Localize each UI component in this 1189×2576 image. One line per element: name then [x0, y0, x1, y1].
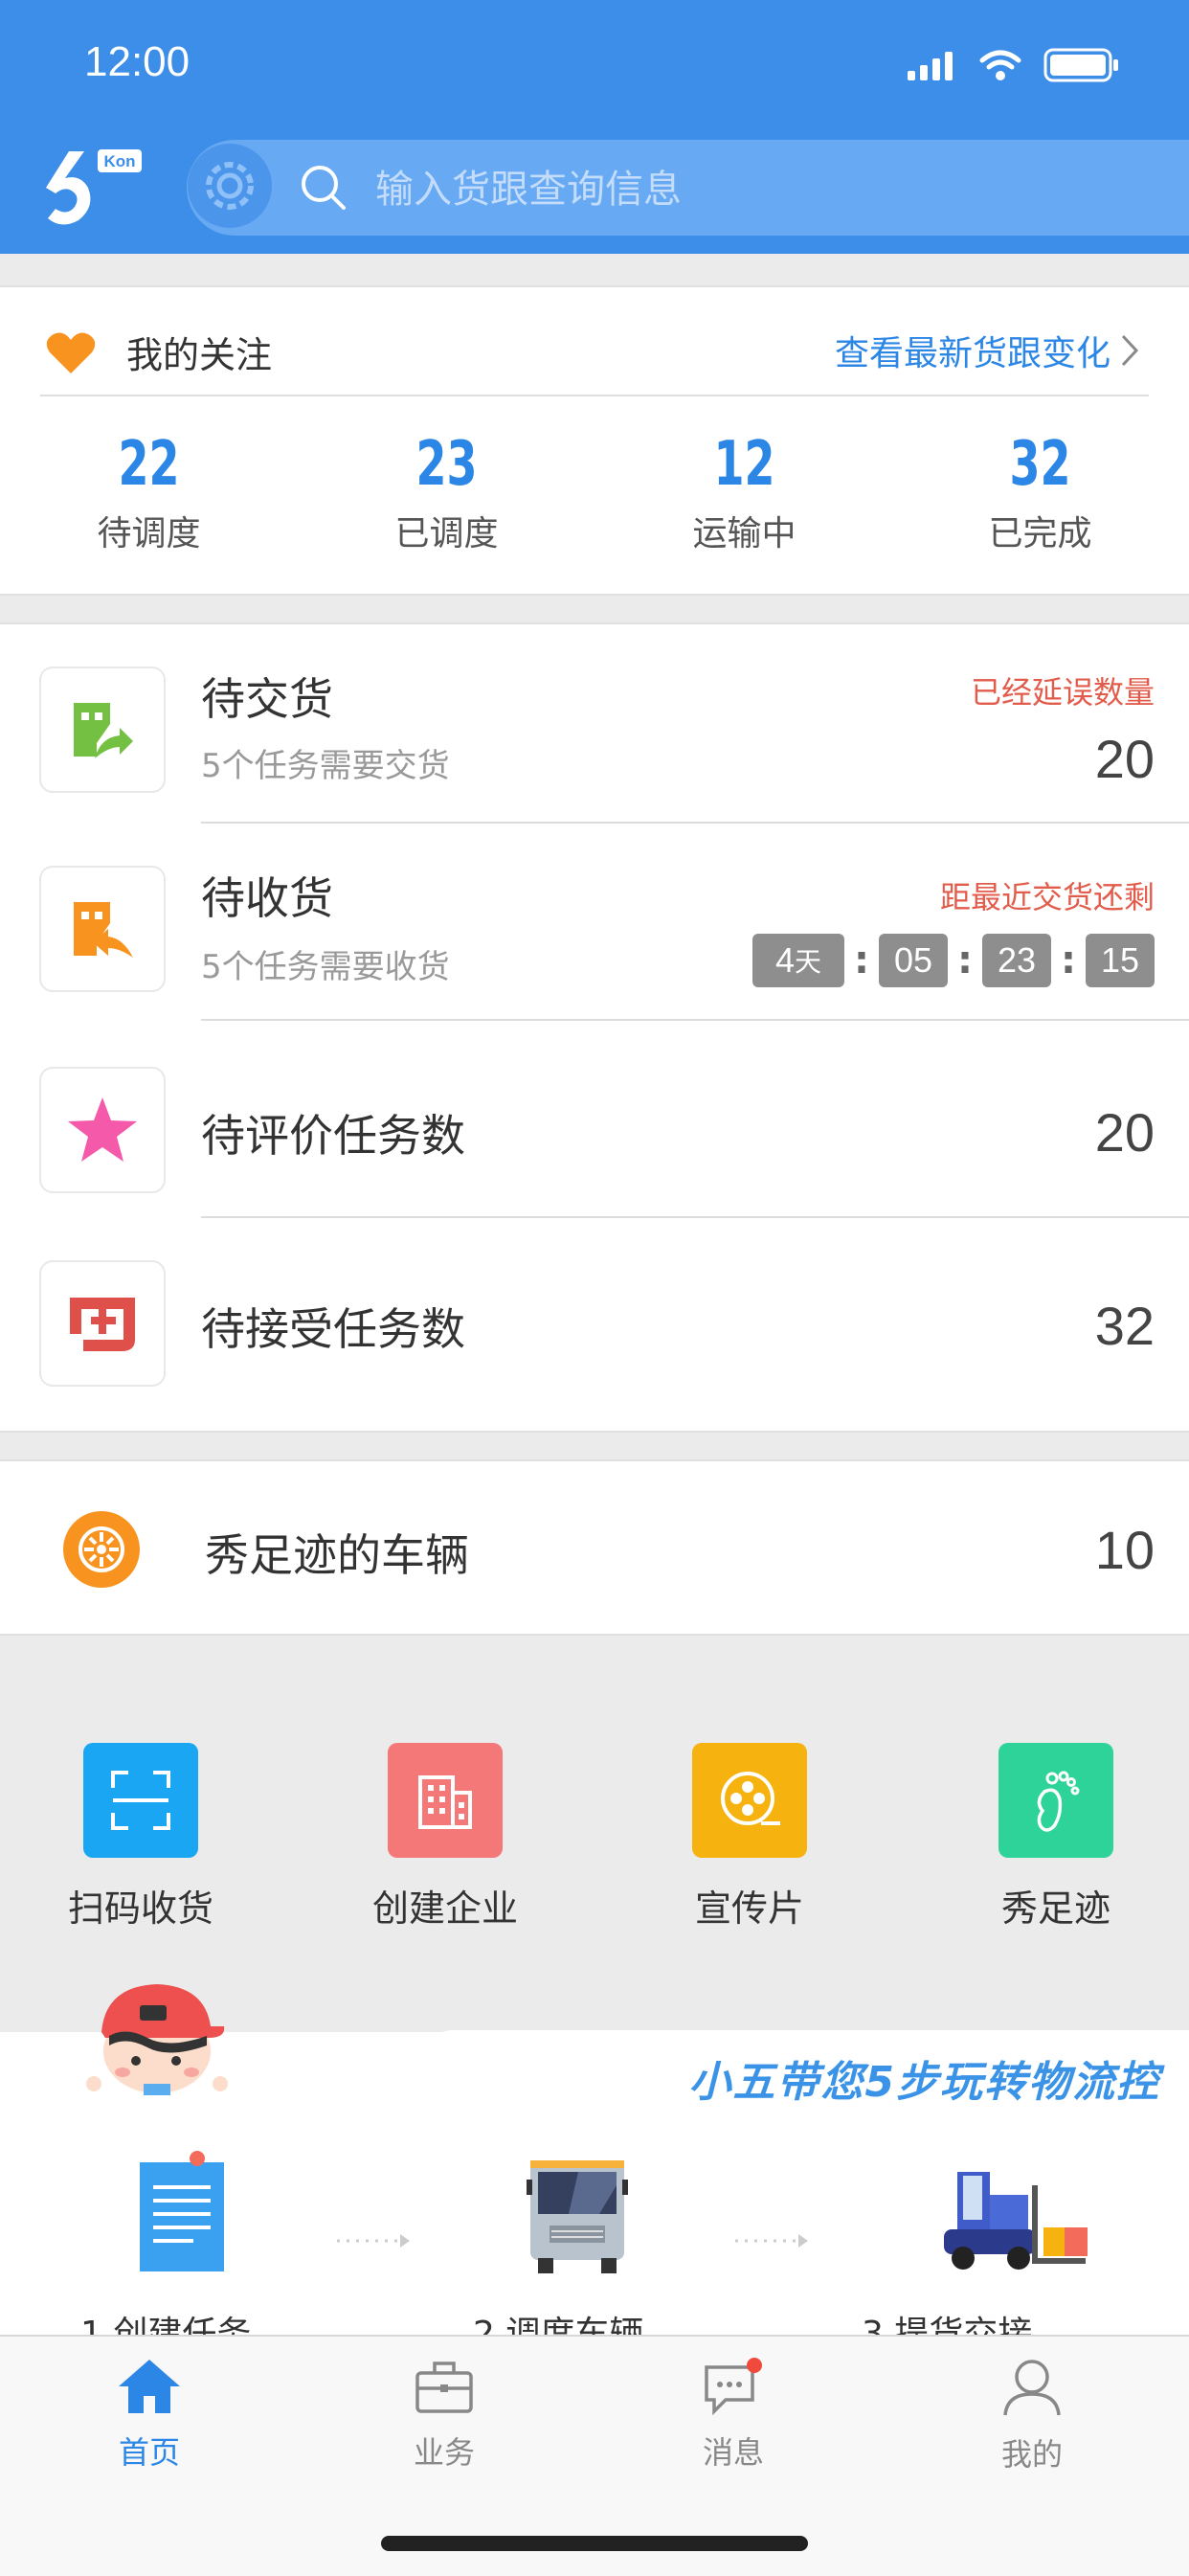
view-latest-link[interactable]: 查看最新货跟变化 [835, 326, 1139, 375]
task-count: 20 [1094, 1102, 1155, 1163]
arrow-right-icon [735, 2234, 808, 2248]
task-row-to-deliver[interactable] [0, 624, 1189, 822]
task-count: 32 [1094, 1296, 1155, 1356]
receive-icon-box [39, 866, 166, 992]
tab-messages[interactable]: 消息 [638, 2358, 829, 2473]
status-time: 12:00 [84, 38, 191, 85]
stat-in-transit[interactable]: 12 运输中 [595, 429, 893, 555]
accept-icon-box [39, 1260, 166, 1387]
stat-value: 23 [415, 429, 478, 500]
task-subtitle: 5个任务需要交货 [201, 747, 450, 785]
stat-label: 已完成 [988, 514, 1092, 554]
battery-icon [1043, 48, 1118, 82]
stat-value: 12 [713, 429, 775, 500]
deliver-icon-box [39, 667, 166, 793]
star-icon [68, 1097, 137, 1162]
view-latest-label: 查看最新货跟变化 [835, 334, 1111, 373]
tab-label: 业务 [413, 2434, 475, 2471]
follow-divider [40, 395, 1149, 396]
svg-text:Kon: Kon [103, 152, 135, 170]
quick-action-label: 扫码收货 [67, 1887, 213, 1930]
film-reel-icon [692, 1743, 807, 1858]
stat-value: 22 [118, 429, 180, 500]
quick-action-promo-video[interactable]: 宣传片 [644, 1743, 855, 1932]
cellular-signal-icon [908, 52, 953, 80]
stat-label: 待调度 [97, 514, 201, 554]
task-row-to-review[interactable] [0, 1021, 1189, 1216]
building-icon [388, 1743, 503, 1858]
gear-icon [206, 162, 254, 210]
task-title: 待收货 [201, 872, 333, 924]
home-indicator[interactable] [381, 2536, 808, 2551]
tab-business[interactable]: 业务 [348, 2358, 540, 2473]
forklift-icon [944, 2172, 1088, 2270]
countdown-timer: 4天 : 05 : 23 : 15 [752, 934, 1155, 987]
guide-title: 小五带您5步玩转物流控 [688, 2058, 1160, 2107]
home-icon [119, 2360, 180, 2413]
bus-icon [527, 2160, 628, 2273]
task-row-to-accept[interactable] [0, 1218, 1189, 1427]
search-icon [302, 166, 346, 210]
delay-label: 已经延误数量 [970, 674, 1155, 711]
tab-home[interactable]: 首页 [54, 2358, 245, 2473]
stat-dispatched[interactable]: 23 已调度 [298, 429, 595, 555]
follow-title: 我的关注 [126, 334, 273, 376]
mascot-icon [86, 1984, 228, 2095]
countdown-minutes: 23 [982, 934, 1051, 987]
quick-action-scan[interactable]: 扫码收货 [35, 1743, 246, 1932]
task-title: 待交货 [201, 673, 333, 725]
receive-icon [74, 902, 133, 958]
quick-action-footprint[interactable]: 秀足迹 [951, 1743, 1161, 1932]
arrow-right-icon [337, 2234, 410, 2248]
settings-button[interactable] [188, 144, 272, 228]
wheel-icon [63, 1511, 140, 1588]
user-icon [1003, 2360, 1061, 2416]
task-subtitle: 5个任务需要收货 [201, 948, 450, 986]
scan-icon [83, 1743, 198, 1858]
delay-count: 20 [1094, 729, 1155, 789]
task-title: 待评价任务数 [201, 1110, 465, 1162]
tab-label: 消息 [702, 2434, 764, 2471]
quick-action-label: 创建企业 [371, 1887, 518, 1930]
quick-action-label: 宣传片 [694, 1887, 804, 1930]
review-icon-box [39, 1067, 166, 1193]
countdown-label: 距最近交货还剩 [939, 879, 1155, 915]
app-logo[interactable]: Kon [40, 144, 147, 230]
quick-action-create-company[interactable]: 创建企业 [340, 1743, 550, 1932]
clipboard-icon [140, 2151, 224, 2271]
countdown-days: 4天 [752, 934, 844, 987]
tab-label: 首页 [118, 2434, 180, 2471]
briefcase-icon [415, 2361, 473, 2413]
vehicles-title: 秀足迹的车辆 [205, 1529, 469, 1581]
stat-label: 运输中 [692, 514, 796, 554]
stat-completed[interactable]: 32 已完成 [891, 429, 1189, 555]
tab-label: 我的 [1000, 2436, 1063, 2473]
chevron-right-icon [1121, 334, 1139, 367]
task-row-to-receive[interactable] [0, 824, 1189, 1019]
vehicles-row[interactable] [0, 1459, 1189, 1636]
stat-label: 已调度 [394, 514, 499, 554]
deliver-icon [74, 703, 133, 758]
quick-action-label: 秀足迹 [1000, 1887, 1110, 1930]
stat-pending-dispatch[interactable]: 22 待调度 [0, 429, 298, 555]
countdown-hours: 05 [879, 934, 948, 987]
vehicles-count: 10 [1094, 1520, 1155, 1580]
task-title: 待接受任务数 [201, 1303, 465, 1355]
logo-icon: Kon [46, 149, 142, 225]
accept-task-icon [70, 1298, 135, 1351]
heart-icon [46, 332, 96, 373]
search-input[interactable] [375, 163, 1103, 216]
countdown-seconds: 15 [1086, 934, 1155, 987]
stat-value: 32 [1009, 429, 1071, 500]
footprint-icon [998, 1743, 1113, 1858]
wifi-icon [979, 50, 1021, 80]
message-icon [705, 2358, 762, 2416]
status-icons [908, 48, 1120, 82]
tab-profile[interactable]: 我的 [936, 2358, 1128, 2474]
